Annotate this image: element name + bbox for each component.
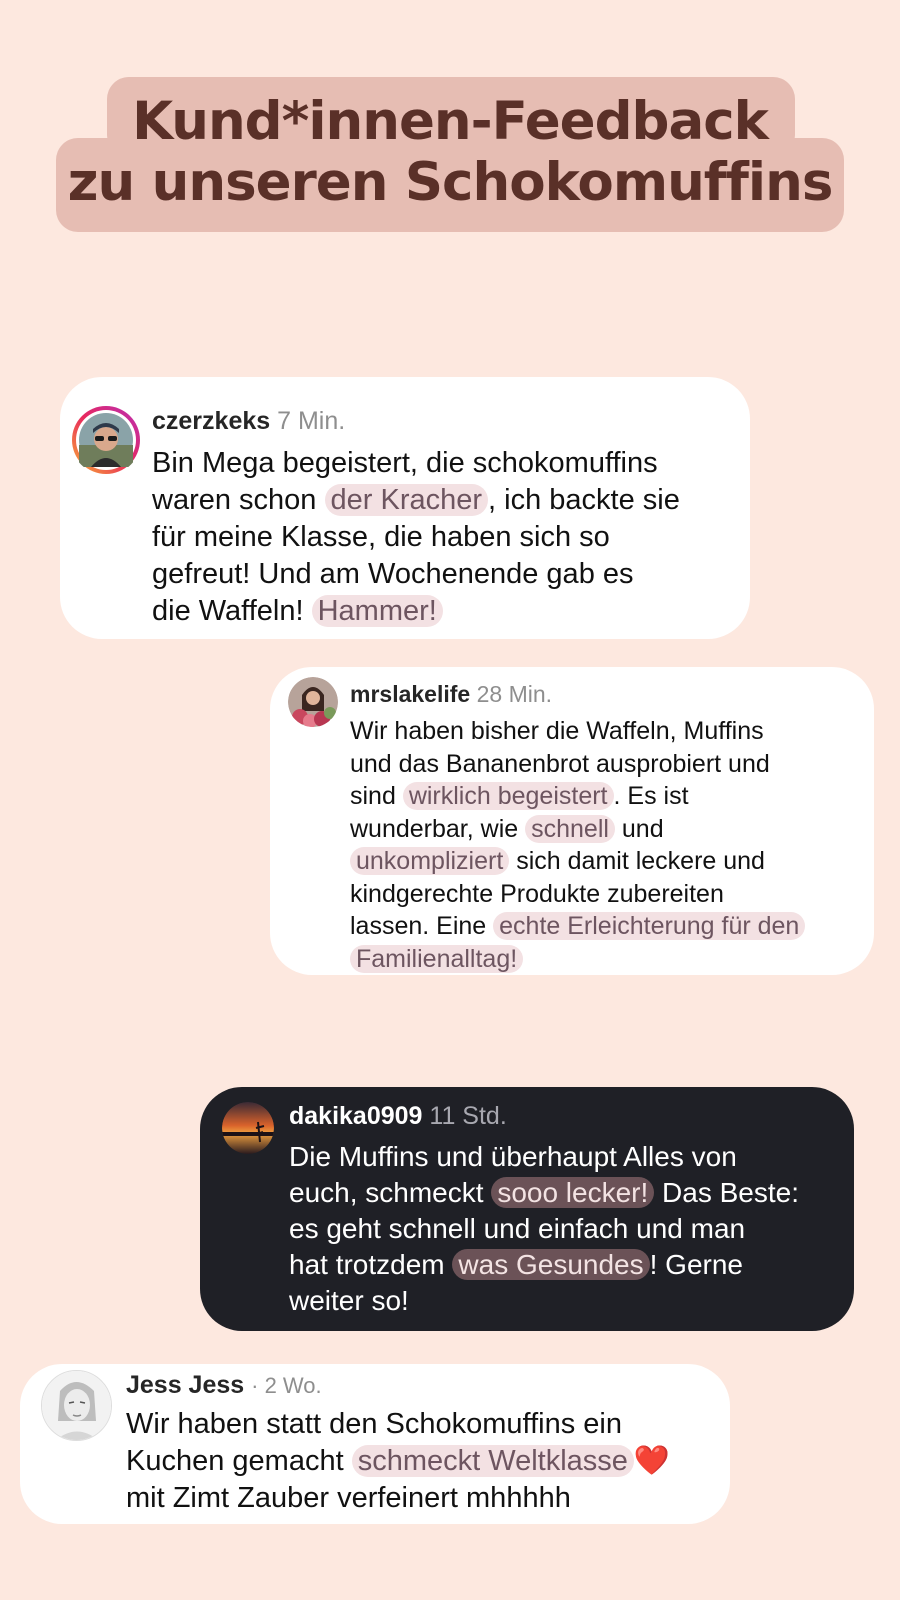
comment-line: und das Bananenbrot ausprobiert und xyxy=(350,749,770,778)
highlight: Hammer! xyxy=(311,595,443,627)
page-title-line-2: zu unseren Schokomuffins xyxy=(67,152,834,213)
highlight: was Gesundes xyxy=(452,1249,650,1280)
comment-line: Bin Mega begeistert, die schokomuffins xyxy=(152,447,658,479)
comment-text: Wir haben bisher die Waffeln, Muffins un… xyxy=(350,715,865,975)
comment-line: euch, schmeckt sooo lecker! Das Beste: xyxy=(289,1175,849,1211)
comment-line: die Waffeln! Hammer! xyxy=(152,593,742,630)
user-avatar-flowers-icon[interactable] xyxy=(288,677,338,727)
comment-line: sind wirklich begeistert. Es ist xyxy=(350,780,865,813)
comment-header: dakika0909 11 Std. xyxy=(289,1102,507,1131)
timestamp: 11 Std. xyxy=(429,1102,507,1130)
text-segment: , ich backte sie xyxy=(488,484,680,516)
comment-line: gefreut! Und am Wochenende gab es xyxy=(152,558,634,590)
user-avatar-sunset-icon[interactable] xyxy=(222,1102,274,1154)
comment-card-czerzkeks: czerzkeks 7 Min. Bin Mega begeistert, di… xyxy=(60,377,750,639)
comment-text: Bin Mega begeistert, die schokomuffins w… xyxy=(152,445,742,630)
user-avatar-portrait-icon[interactable] xyxy=(41,1370,112,1441)
text-segment: waren schon xyxy=(152,484,325,516)
comment-line: es geht schnell und einfach und man xyxy=(289,1213,746,1244)
highlight: schnell xyxy=(525,814,615,843)
text-segment: Kuchen gemacht xyxy=(126,1445,352,1477)
comment-text: Wir haben statt den Schokomuffins ein Ku… xyxy=(126,1406,726,1517)
comment-line: Familienalltag! xyxy=(350,943,865,976)
comment-line: kindgerechte Produkte zubereiten xyxy=(350,879,724,908)
text-segment: euch, schmeckt xyxy=(289,1177,492,1208)
comment-header: Jess Jess · 2 Wo. xyxy=(126,1371,322,1400)
text-segment: . Es ist xyxy=(613,782,689,810)
username[interactable]: czerzkeks xyxy=(152,407,270,435)
text-segment: die Waffeln! xyxy=(152,595,312,627)
highlight: sooo lecker! xyxy=(491,1177,655,1208)
comment-line: für meine Klasse, die haben sich so xyxy=(152,521,610,553)
comment-line: Die Muffins und überhaupt Alles von xyxy=(289,1141,737,1172)
comment-line: unkompliziert sich damit leckere und xyxy=(350,845,865,878)
comment-line: mit Zimt Zauber verfeinert mhhhhh xyxy=(126,1482,571,1514)
comment-line: Wir haben statt den Schokomuffins ein xyxy=(126,1408,622,1440)
text-segment: hat trotzdem xyxy=(289,1249,453,1280)
highlight: Familienalltag! xyxy=(350,944,524,973)
title-banner: Kund*innen-Feedback zu unseren Schokomuf… xyxy=(0,0,900,240)
highlight: der Kracher xyxy=(324,484,489,516)
comment-text: Die Muffins und überhaupt Alles von euch… xyxy=(289,1139,849,1319)
text-segment: lassen. Eine xyxy=(350,912,494,940)
comment-line: Kuchen gemacht schmeckt Weltklasse ❤️ xyxy=(126,1443,726,1480)
page-title-line-1: Kund*innen-Feedback xyxy=(132,91,769,152)
username[interactable]: dakika0909 xyxy=(289,1102,422,1130)
comment-line: lassen. Eine echte Erleichterung für den xyxy=(350,910,865,943)
highlight: wirklich begeistert xyxy=(402,782,614,810)
user-avatar-sunglasses-icon[interactable] xyxy=(71,405,141,475)
highlight: echte Erleichterung für den xyxy=(493,912,806,940)
comment-card-mrslakelife: mrslakelife 28 Min. Wir haben bisher die… xyxy=(270,667,874,975)
timestamp: 7 Min. xyxy=(277,407,346,435)
comment-card-jess-jess: Jess Jess · 2 Wo. Wir haben statt den Sc… xyxy=(20,1364,730,1524)
username[interactable]: mrslakelife xyxy=(350,681,470,707)
text-segment: Das Beste: xyxy=(654,1177,800,1208)
comment-line: waren schon der Kracher, ich backte sie xyxy=(152,482,742,519)
text-segment: sind xyxy=(350,782,403,810)
text-segment: sich damit leckere und xyxy=(509,847,765,875)
username[interactable]: Jess Jess xyxy=(126,1371,244,1399)
comment-line: hat trotzdem was Gesundes! Gerne xyxy=(289,1247,849,1283)
text-segment: und xyxy=(614,814,664,843)
text-segment: ! Gerne xyxy=(649,1249,744,1280)
highlight: unkompliziert xyxy=(350,847,510,875)
timestamp: 28 Min. xyxy=(476,681,553,707)
comment-line: weiter so! xyxy=(289,1285,409,1316)
comment-header: mrslakelife 28 Min. xyxy=(350,681,552,708)
comment-header: czerzkeks 7 Min. xyxy=(152,407,345,436)
comment-card-dakika0909: dakika0909 11 Std. Die Muffins und überh… xyxy=(200,1087,854,1331)
text-segment: wunderbar, wie xyxy=(350,814,526,843)
comment-line: wunderbar, wie schnell und xyxy=(350,813,865,846)
timestamp: · 2 Wo. xyxy=(251,1373,322,1398)
heart-emoji-icon: ❤️ xyxy=(633,1445,671,1477)
highlight: schmeckt Weltklasse xyxy=(351,1445,634,1477)
comment-line: Wir haben bisher die Waffeln, Muffins xyxy=(350,717,764,745)
